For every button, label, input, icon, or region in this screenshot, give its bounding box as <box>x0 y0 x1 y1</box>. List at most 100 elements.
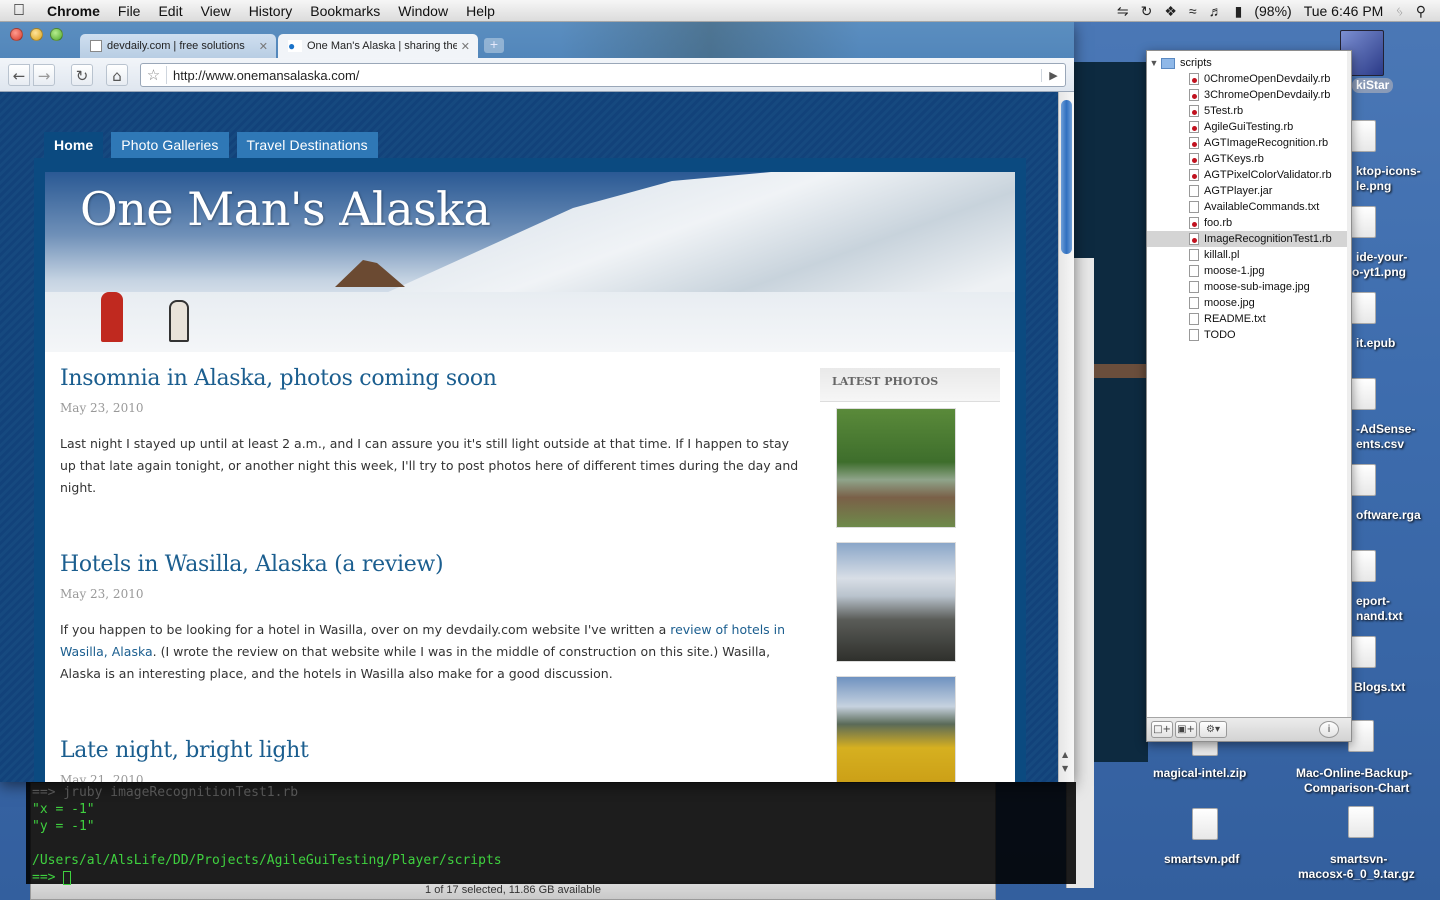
kistar-label[interactable]: kiStar <box>1352 78 1394 93</box>
adsense-label-2[interactable]: ents.csv <box>1356 437 1404 452</box>
file-row[interactable]: README.txt <box>1147 311 1347 327</box>
menu-view[interactable]: View <box>192 3 240 19</box>
new-tab-button[interactable]: + <box>484 38 504 53</box>
new-folder-button[interactable]: ▣+ <box>1175 721 1197 738</box>
spotlight-search-icon[interactable]: ⚲ <box>1416 3 1426 20</box>
file-row[interactable]: AGTPixelColorValidator.rb <box>1147 167 1347 183</box>
battery-icon[interactable]: ▮ <box>1235 3 1243 20</box>
close-tab-icon[interactable]: ✕ <box>259 40 268 53</box>
scrollbar-thumb[interactable] <box>1061 100 1072 254</box>
file-row[interactable]: AgileGuiTesting.rb <box>1147 119 1347 135</box>
mac-backup-label-1[interactable]: Mac-Online-Backup- <box>1296 766 1412 781</box>
hide-your-label-1[interactable]: ide-your- <box>1356 250 1407 265</box>
terminal-window[interactable]: ==> jruby imageRecognitionTest1.rb "x = … <box>26 782 1076 886</box>
smartsvn-tgz-label-2[interactable]: macosx-6_0_9.tar.gz <box>1298 867 1415 882</box>
bookmark-star-icon[interactable]: ☆ <box>141 66 167 84</box>
vertical-scrollbar[interactable]: ▲ ▼ <box>1058 92 1074 782</box>
file-row[interactable]: 5Test.rb <box>1147 103 1347 119</box>
dropbox-icon[interactable]: ❖ <box>1164 3 1177 20</box>
hide-your-label-2[interactable]: o-yt1.png <box>1352 265 1406 280</box>
nav-travel-destinations[interactable]: Travel Destinations <box>236 132 378 158</box>
scroll-up-icon[interactable]: ▲ <box>1062 750 1068 759</box>
file-row[interactable]: ImageRecognitionTest1.rb <box>1147 231 1347 247</box>
reload-button[interactable]: ↻ <box>71 64 93 86</box>
menu-edit[interactable]: Edit <box>149 3 191 19</box>
file-row[interactable]: AGTImageRecognition.rb <box>1147 135 1347 151</box>
forward-button[interactable]: → <box>33 64 55 86</box>
report-label-1[interactable]: eport- <box>1356 594 1390 609</box>
epub-label[interactable]: it.epub <box>1356 336 1395 351</box>
back-button[interactable]: ← <box>8 64 30 86</box>
report-label-2[interactable]: nand.txt <box>1356 609 1403 624</box>
desktop-icons-png-label-2[interactable]: le.png <box>1356 179 1391 194</box>
software-label[interactable]: oftware.rga <box>1356 508 1421 523</box>
menu-help[interactable]: Help <box>457 3 504 19</box>
file-list-scrollbar[interactable] <box>1347 51 1351 717</box>
mountain-clouds-photo[interactable] <box>836 542 956 662</box>
bluetooth-icon[interactable]: ᛃ <box>1395 3 1403 19</box>
moose-photo[interactable] <box>836 408 956 528</box>
file-row[interactable]: moose-sub-image.jpg <box>1147 279 1347 295</box>
wifi-icon[interactable]: ≈ <box>1189 3 1197 19</box>
go-arrow-icon[interactable]: ▶ <box>1041 68 1065 82</box>
menu-history[interactable]: History <box>240 3 302 19</box>
smartsvn-tgz-label-1[interactable]: smartsvn- <box>1330 852 1387 867</box>
png-file-icon[interactable] <box>1350 206 1376 238</box>
file-row[interactable]: AGTPlayer.jar <box>1147 183 1347 199</box>
site-title[interactable]: One Man's Alaska <box>80 182 491 236</box>
terminal-prompt-line[interactable]: ==> <box>32 869 1070 886</box>
nav-home[interactable]: Home <box>44 132 104 158</box>
file-row[interactable]: foo.rb <box>1147 215 1347 231</box>
gz-file-icon[interactable] <box>1348 806 1374 838</box>
minimize-window-button[interactable] <box>30 28 43 41</box>
png-file-icon[interactable] <box>1350 120 1376 152</box>
txt-file-icon[interactable] <box>1350 550 1376 582</box>
close-window-button[interactable] <box>10 28 23 41</box>
disclosure-triangle-icon[interactable]: ▼ <box>1147 55 1161 71</box>
file-row[interactable]: 0ChromeOpenDevdaily.rb <box>1147 71 1347 87</box>
menu-window[interactable]: Window <box>389 3 457 19</box>
address-bar[interactable]: ☆ http://www.onemansalaska.com/ ▶ <box>140 63 1066 87</box>
autumn-trees-photo[interactable] <box>836 676 956 782</box>
close-tab-icon[interactable]: ✕ <box>461 40 470 53</box>
folder-row[interactable]: ▼ scripts <box>1147 55 1347 71</box>
nav-photo-galleries[interactable]: Photo Galleries <box>111 132 229 158</box>
clock[interactable]: Tue 6:46 PM <box>1304 3 1384 19</box>
info-icon[interactable]: i <box>1319 721 1339 738</box>
sync-icon[interactable]: ⇋ <box>1117 3 1129 20</box>
magical-intel-label[interactable]: magical-intel.zip <box>1153 766 1246 781</box>
post-title[interactable]: Hotels in Wasilla, Alaska (a review) <box>60 552 805 577</box>
file-row[interactable]: AvailableCommands.txt <box>1147 199 1347 215</box>
battery-percent[interactable]: (98%) <box>1254 3 1291 19</box>
time-machine-icon[interactable]: ↻ <box>1141 3 1153 20</box>
home-button[interactable]: ⌂ <box>106 64 128 86</box>
new-file-button[interactable]: □+ <box>1151 721 1173 738</box>
url-text[interactable]: http://www.onemansalaska.com/ <box>167 68 1041 83</box>
desktop-icons-png-label-1[interactable]: ktop-icons- <box>1356 164 1421 179</box>
rga-file-icon[interactable] <box>1350 464 1376 496</box>
file-row[interactable]: 3ChromeOpenDevdaily.rb <box>1147 87 1347 103</box>
file-row[interactable]: moose.jpg <box>1147 295 1347 311</box>
epub-file-icon[interactable] <box>1350 292 1376 324</box>
csv-file-icon[interactable] <box>1350 378 1376 410</box>
action-gear-icon[interactable]: ⚙▾ <box>1199 721 1227 738</box>
blogs-label[interactable]: Blogs.txt <box>1354 680 1405 695</box>
zoom-window-button[interactable] <box>50 28 63 41</box>
apple-menu-icon[interactable]:  <box>0 2 38 20</box>
scroll-down-icon[interactable]: ▼ <box>1062 764 1068 773</box>
menu-app-name[interactable]: Chrome <box>38 3 109 19</box>
txt-file-icon[interactable] <box>1350 636 1376 668</box>
menu-bookmarks[interactable]: Bookmarks <box>301 3 389 19</box>
post-title[interactable]: Late night, bright light <box>60 738 805 763</box>
adsense-label-1[interactable]: -AdSense- <box>1356 422 1415 437</box>
menu-file[interactable]: File <box>109 3 150 19</box>
smartsvn-pdf-label[interactable]: smartsvn.pdf <box>1164 852 1239 867</box>
file-row[interactable]: moose-1.jpg <box>1147 263 1347 279</box>
mac-backup-label-2[interactable]: Comparison-Chart <box>1304 781 1409 796</box>
file-row[interactable]: TODO <box>1147 327 1347 343</box>
tab-onemansalaska[interactable]: ● One Man's Alaska | sharing the ✕ <box>278 34 478 58</box>
pdf-file-icon[interactable] <box>1192 808 1218 840</box>
tab-devdaily[interactable]: devdaily.com | free solutions ✕ <box>80 34 276 58</box>
file-row[interactable]: killall.pl <box>1147 247 1347 263</box>
volume-icon[interactable]: ♬ <box>1209 3 1223 19</box>
